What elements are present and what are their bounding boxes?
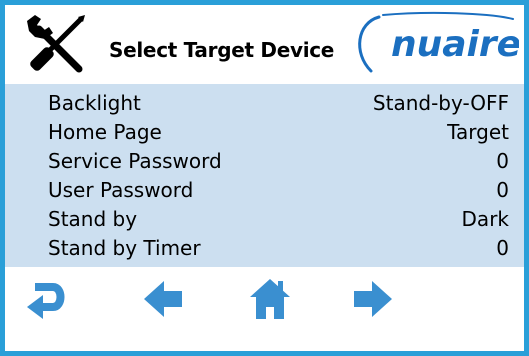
left-arrow-icon[interactable] (142, 277, 186, 321)
setting-label: Stand by Timer (48, 236, 201, 260)
setting-row-home-page[interactable]: Home Page Target (5, 117, 524, 146)
page-title: Select Target Device (109, 38, 335, 62)
setting-value: 0 (496, 149, 509, 173)
right-arrow-icon[interactable] (350, 277, 394, 321)
svg-text:nuaire: nuaire (391, 24, 519, 65)
navigation-bar (5, 267, 524, 351)
setting-row-stand-by-timer[interactable]: Stand by Timer 0 (5, 233, 524, 262)
setting-label: Home Page (48, 120, 162, 144)
home-icon[interactable] (248, 277, 292, 321)
setting-value: 0 (496, 236, 509, 260)
setting-value: Dark (461, 207, 509, 231)
setting-row-service-password[interactable]: Service Password 0 (5, 146, 524, 175)
settings-list: Backlight Stand-by-OFF Home Page Target … (5, 84, 524, 267)
setting-value: 0 (496, 178, 509, 202)
setting-row-stand-by[interactable]: Stand by Dark (5, 204, 524, 233)
setting-label: Service Password (48, 149, 222, 173)
setting-value: Stand-by-OFF (372, 91, 509, 115)
setting-row-user-password[interactable]: User Password 0 (5, 175, 524, 204)
wrench-screwdriver-icon (27, 15, 85, 73)
return-icon[interactable] (25, 277, 69, 321)
setting-label: Backlight (48, 91, 141, 115)
nuaire-logo: nuaire (358, 11, 519, 73)
setting-value: Target (447, 120, 509, 144)
setting-label: User Password (48, 178, 194, 202)
setting-row-backlight[interactable]: Backlight Stand-by-OFF (5, 88, 524, 117)
setting-label: Stand by (48, 207, 138, 231)
header: Select Target Device nuaire (5, 5, 524, 81)
